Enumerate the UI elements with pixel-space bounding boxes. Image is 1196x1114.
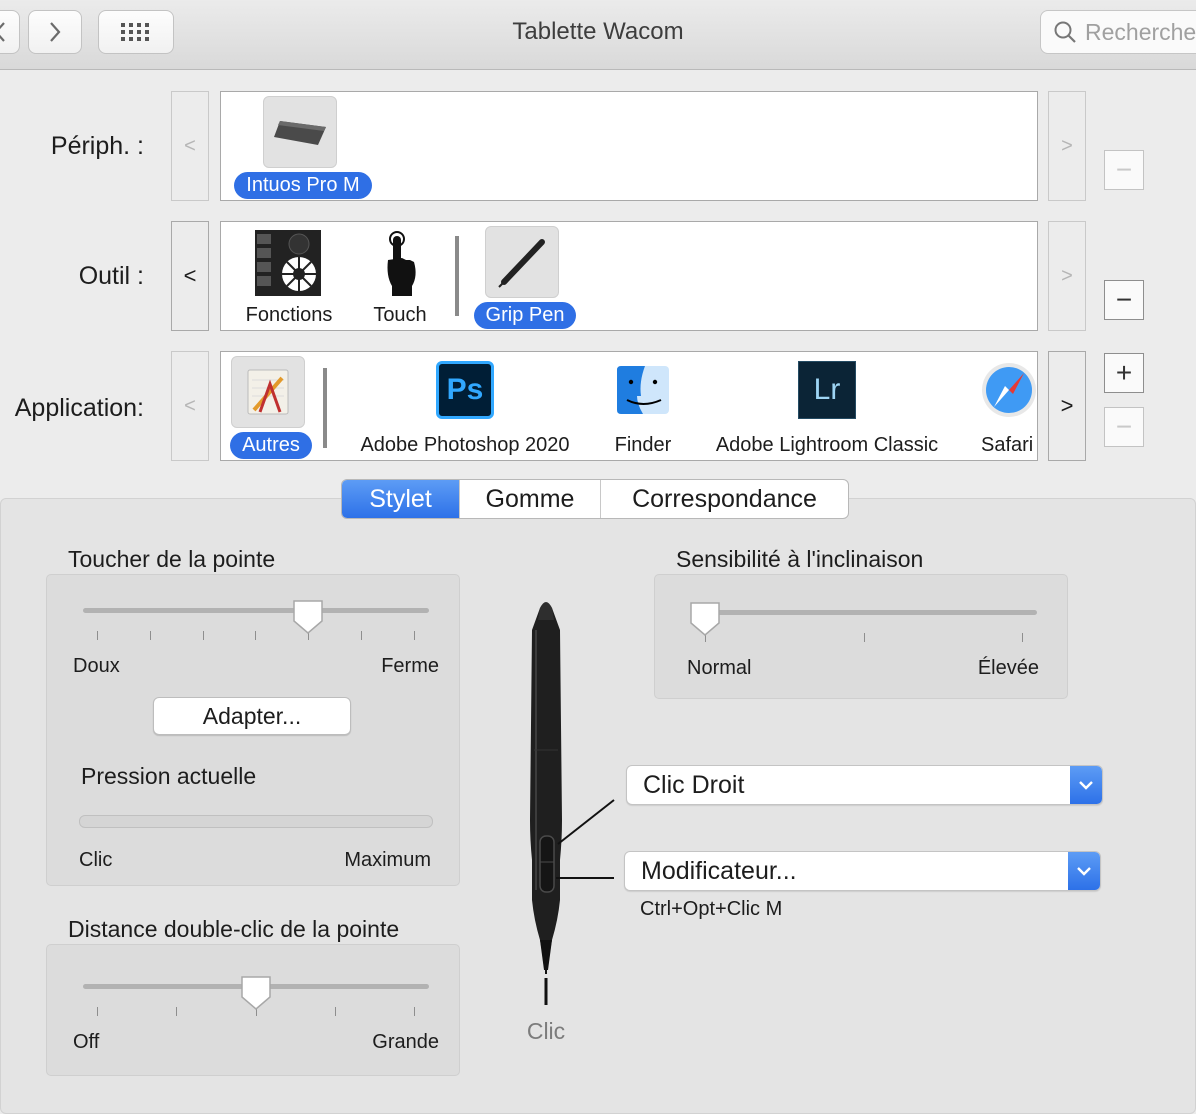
- app-separator: [323, 368, 327, 448]
- tab-correspondance[interactable]: Correspondance: [601, 480, 848, 518]
- lower-popup-arrow: [1068, 852, 1100, 890]
- app-label-others: Autres: [230, 432, 312, 459]
- lower-side-button-popup[interactable]: Modificateur...: [624, 851, 1101, 891]
- hand-touch-icon: [367, 230, 433, 296]
- double-click-group: Off Grande: [46, 944, 460, 1076]
- lower-side-button-value: Modificateur...: [641, 856, 797, 885]
- tip-click-label: Clic: [526, 1018, 566, 1044]
- title-bar: Tablette Wacom: [0, 0, 1196, 70]
- upper-side-button-value: Clic Droit: [643, 770, 745, 799]
- tilt-title: Sensibilité à l'inclinaison: [676, 546, 924, 572]
- tilt-max-label: Élevée: [977, 657, 1039, 679]
- double-click-slider-knob[interactable]: [240, 975, 272, 1011]
- search-input[interactable]: [1085, 18, 1196, 46]
- tab-stylet[interactable]: Stylet: [342, 480, 460, 518]
- device-row-label: Périph. :: [50, 132, 144, 160]
- app-label-photoshop: Adobe Photoshop 2020: [360, 434, 570, 456]
- lower-side-button-detail: Ctrl+Opt+Clic M: [640, 898, 783, 920]
- pen-icon: [485, 226, 559, 298]
- tool-tile-touch[interactable]: Touch: [353, 230, 447, 327]
- tip-feel-ticks: [97, 631, 415, 641]
- app-label-lightroom: Adobe Lightroom Classic: [715, 434, 939, 456]
- app-tile-others[interactable]: Autres: [223, 356, 319, 459]
- pressure-max-label: Maximum: [344, 849, 431, 871]
- device-scroll-left-button[interactable]: <: [171, 91, 209, 201]
- tip-feel-group: Doux Ferme Adapter... Pression actuelle …: [46, 574, 460, 886]
- device-label: Intuos Pro M: [234, 172, 372, 199]
- double-click-max-label: Grande: [372, 1031, 439, 1053]
- tool-separator: [455, 236, 459, 316]
- tool-scroll-left-button[interactable]: <: [171, 221, 209, 331]
- tilt-min-label: Normal: [687, 657, 752, 679]
- app-scroll-right-button[interactable]: >: [1048, 351, 1086, 461]
- double-click-title: Distance double-clic de la pointe: [68, 916, 400, 942]
- tip-feel-slider-track[interactable]: [83, 608, 429, 613]
- express-keys-icon: [255, 230, 321, 296]
- tool-label-grip-pen: Grip Pen: [473, 302, 577, 329]
- tilt-slider-track[interactable]: [691, 610, 1037, 615]
- double-click-min-label: Off: [73, 1031, 100, 1053]
- chevron-down-icon: [1077, 867, 1091, 876]
- tip-feel-slider-knob[interactable]: [292, 599, 324, 635]
- grip-pen-illustration: [530, 602, 615, 1005]
- device-strip: Intuos Pro M: [220, 91, 1038, 201]
- app-tile-photoshop[interactable]: Ps Adobe Photoshop 2020: [343, 360, 587, 457]
- tilt-ticks: [705, 633, 1023, 643]
- tool-row-label: Outil :: [78, 262, 144, 290]
- app-tile-lightroom[interactable]: Lr Adobe Lightroom Classic: [699, 360, 955, 457]
- tilt-group: Normal Élevée: [654, 574, 1068, 699]
- tip-feel-title: Toucher de la pointe: [68, 546, 276, 572]
- app-label-safari: Safari: [981, 434, 1034, 456]
- photoshop-icon: Ps: [435, 360, 495, 420]
- upper-side-button-popup[interactable]: Clic Droit: [626, 765, 1103, 805]
- tool-label-touch: Touch: [373, 304, 427, 326]
- chevron-down-icon: [1079, 781, 1093, 790]
- remove-device-button[interactable]: −: [1104, 150, 1144, 190]
- tab-gomme[interactable]: Gomme: [460, 480, 601, 518]
- pressure-min-label: Clic: [79, 849, 113, 871]
- device-tile[interactable]: Intuos Pro M: [225, 96, 381, 199]
- generic-app-icon: [231, 356, 305, 428]
- safari-icon: [979, 360, 1037, 420]
- app-tile-finder[interactable]: Finder: [597, 360, 689, 457]
- tip-feel-max-label: Ferme: [381, 655, 439, 677]
- add-application-button[interactable]: +: [1104, 353, 1144, 393]
- tool-strip: Fonctions Touch Grip Pen: [220, 221, 1038, 331]
- upper-popup-arrow: [1070, 766, 1102, 804]
- device-scroll-right-button[interactable]: >: [1048, 91, 1086, 201]
- tilt-slider-knob[interactable]: [689, 601, 721, 637]
- remove-tool-button[interactable]: −: [1104, 280, 1144, 320]
- tool-tile-functions[interactable]: Fonctions: [231, 230, 347, 327]
- tip-feel-min-label: Doux: [73, 655, 120, 677]
- search-icon: [1054, 21, 1076, 43]
- tab-bar: Stylet Gomme Correspondance: [341, 479, 849, 519]
- lightroom-icon: Lr: [797, 360, 857, 420]
- application-row-label: Application:: [14, 394, 144, 422]
- adapter-button[interactable]: Adapter...: [153, 697, 351, 735]
- tool-tile-grip-pen[interactable]: Grip Pen: [467, 226, 583, 329]
- tablet-icon: [263, 96, 337, 168]
- finder-icon: [613, 360, 673, 420]
- current-pressure-title: Pression actuelle: [81, 763, 257, 789]
- app-label-finder: Finder: [614, 434, 672, 456]
- app-tile-safari[interactable]: Safari: [965, 360, 1037, 457]
- remove-application-button[interactable]: −: [1104, 407, 1144, 447]
- tool-scroll-right-button[interactable]: >: [1048, 221, 1086, 331]
- current-pressure-meter: [79, 815, 433, 828]
- window-title: Tablette Wacom: [512, 18, 684, 45]
- app-scroll-left-button[interactable]: <: [171, 351, 209, 461]
- app-strip: Autres Ps Adobe Photoshop 2020 Finder Lr…: [220, 351, 1038, 461]
- search-field[interactable]: [1040, 10, 1196, 54]
- tool-label-functions: Fonctions: [245, 304, 333, 326]
